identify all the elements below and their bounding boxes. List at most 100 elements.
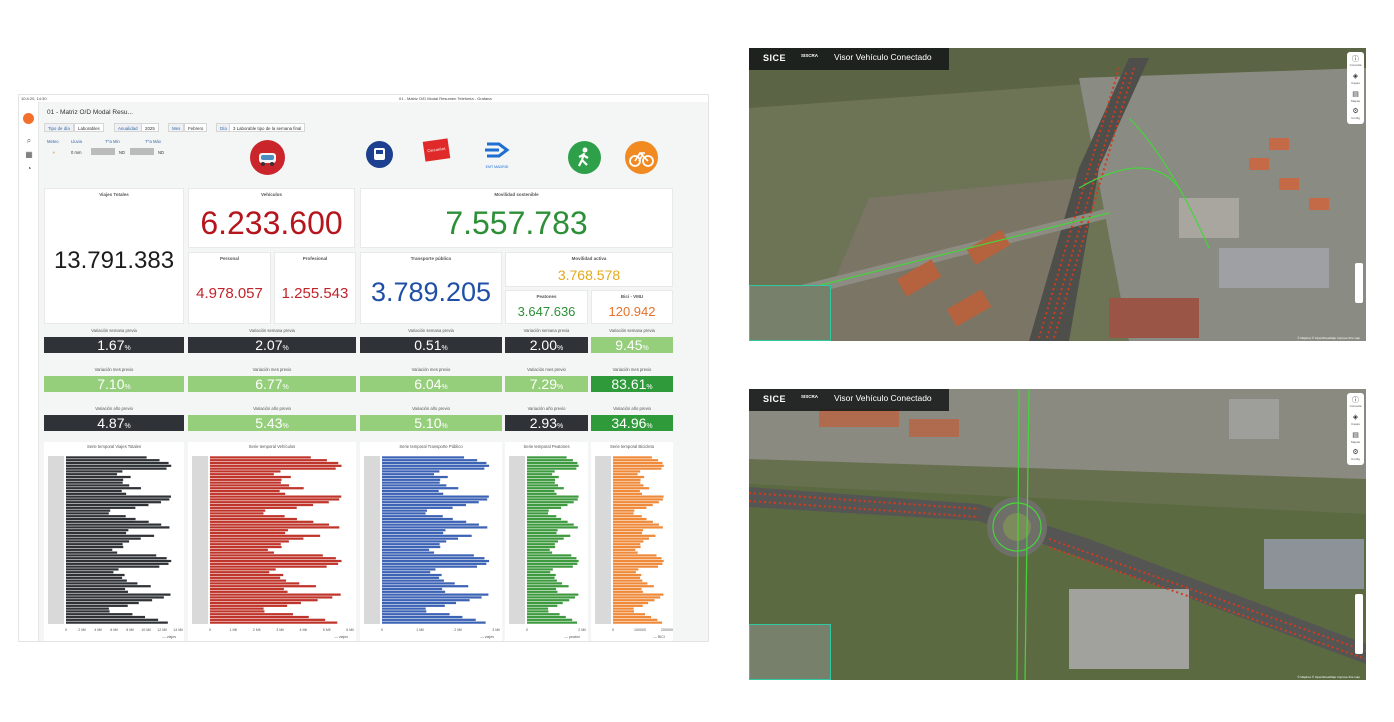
- layers-icon[interactable]: ◈: [1347, 72, 1364, 80]
- chart-bar: [66, 590, 129, 593]
- chart-bar: [613, 515, 642, 518]
- chart-bar: [527, 573, 556, 577]
- chart-bar: [527, 587, 557, 591]
- chart-bar: [382, 498, 488, 501]
- chart-bar: [210, 545, 282, 549]
- chart-bar: [527, 568, 553, 571]
- chart-bar: [382, 481, 440, 484]
- chart-bar: [382, 540, 447, 543]
- chart-bar: [613, 540, 644, 543]
- chart-bar: [527, 571, 551, 574]
- chart-bar: [382, 557, 485, 560]
- layers-icon[interactable]: ◈: [1347, 413, 1364, 421]
- chart-bar: [527, 464, 579, 467]
- chart-bar: [210, 593, 341, 596]
- chart-bar: [382, 520, 467, 523]
- chart-bar: [210, 498, 340, 501]
- stat-label: Variación año previo: [527, 406, 566, 411]
- chart-bar: [527, 540, 558, 543]
- chart-bar: [382, 484, 447, 487]
- chart-bar: [527, 562, 578, 565]
- grafana-logo-icon[interactable]: [23, 113, 34, 124]
- chart-bar: [210, 478, 282, 481]
- chart-bar: [613, 459, 659, 462]
- map-icon[interactable]: ▤: [1347, 431, 1364, 439]
- kpi-vehiculos: Vehículos 6.233.600: [188, 188, 355, 248]
- chart-bar: [527, 554, 572, 557]
- dashboards-icon[interactable]: ▦: [24, 150, 34, 160]
- chart-tick-label: 1 Mil: [416, 628, 424, 632]
- gear-icon[interactable]: ⚙: [1347, 448, 1364, 456]
- filter-select-mes[interactable]: Febrero: [184, 123, 208, 132]
- map-view-1[interactable]: SICE SISCRA Visor Vehículo Conectado ⓘ C…: [749, 48, 1366, 341]
- chart-bar: [66, 461, 169, 465]
- kpi-bici-vmu: Bici - VMU 120.942: [591, 290, 673, 324]
- dashboard-title[interactable]: 01 - Matriz O/D Modal Resu...: [47, 109, 133, 116]
- chart-bar: [66, 607, 109, 610]
- stat-label: Variación semana previa: [91, 328, 137, 333]
- kpi-value: 120.942: [608, 304, 656, 319]
- chart-bar: [382, 573, 442, 577]
- chart-bar: [613, 473, 638, 476]
- tmin-value: ND: [119, 150, 126, 155]
- chart-panel-3: Serie temporal Peatones 0 2 Mil — peatón: [505, 442, 588, 641]
- chart-bar: [210, 503, 314, 507]
- stat-mes-2: Variación mes previo 6.04%: [360, 366, 502, 392]
- kpi-value: 7.557.783: [445, 205, 588, 241]
- kpi-peatones: Peatones 3.647.636: [505, 290, 588, 324]
- chart-bar: [527, 615, 566, 619]
- chart-bar: [210, 515, 285, 518]
- map-icon[interactable]: ▤: [1347, 90, 1364, 98]
- chart-bar: [527, 487, 564, 490]
- chart-bar: [210, 456, 311, 459]
- chart-bar: [527, 470, 555, 473]
- chart-tick-label: 0: [209, 628, 211, 632]
- chart-bar: [66, 523, 162, 526]
- chart-bar: [210, 475, 291, 479]
- chart-legend: — viajes: [162, 635, 176, 639]
- map-attribution[interactable]: © Mapbox © OpenStreetMap Improve this ma…: [1297, 336, 1360, 340]
- chart-bar: [210, 590, 288, 593]
- chart-bar: [527, 529, 558, 532]
- chart-bar: [66, 599, 153, 602]
- filter-select-dia[interactable]: 3 Laborable tipo de la semana final: [229, 123, 306, 132]
- minimap[interactable]: [749, 285, 831, 341]
- search-icon[interactable]: ⌕: [24, 136, 34, 146]
- filter-select-tipo[interactable]: Laborables: [74, 123, 104, 132]
- stat-value: 6.04%: [360, 376, 502, 392]
- zoom-control[interactable]: [1355, 594, 1363, 654]
- chart-bar: [613, 526, 663, 529]
- chart-bar: [527, 601, 563, 605]
- chart-tick-label: 14 Mil: [173, 628, 183, 632]
- bell-icon[interactable]: ◔: [24, 164, 34, 174]
- stat-value: 2.93%: [505, 415, 588, 431]
- chart-bar: [382, 470, 440, 473]
- gear-icon[interactable]: ⚙: [1347, 107, 1364, 115]
- stat-label: Variación mes previo: [411, 367, 451, 372]
- stat-value: 1.67%: [44, 337, 184, 353]
- chart-bar: [66, 529, 129, 532]
- chart-tick-label: 0: [526, 628, 528, 632]
- minimap[interactable]: [749, 624, 831, 680]
- map-attribution[interactable]: © Mapbox © OpenStreetMap Improve this ma…: [1297, 675, 1360, 679]
- chart-bar: [210, 573, 284, 577]
- chart-bar: [527, 618, 573, 621]
- chart-bar: [613, 537, 650, 540]
- chart-bar: [66, 487, 141, 490]
- chart-bar: [527, 613, 560, 616]
- chart-bar: [382, 551, 435, 554]
- zoom-control[interactable]: [1355, 263, 1363, 303]
- chart-bar: [382, 579, 444, 582]
- meteo-header: Meteo: [47, 139, 59, 144]
- stat-label: Variación año previo: [613, 406, 651, 411]
- kpi-value: 13.791.383: [53, 247, 175, 274]
- chart-bar: [210, 607, 264, 610]
- chart-bar: [66, 576, 123, 579]
- map-view-2[interactable]: SICE SISCRA Visor Vehículo Conectado ⓘ C…: [749, 389, 1366, 680]
- kpi-personal: Personal 4.978.057: [188, 252, 271, 324]
- chart-bar: [210, 529, 288, 532]
- aerial-imagery: [749, 48, 1366, 341]
- stat-mes-1: Variación mes previo 6.77%: [188, 366, 356, 392]
- filter-select-anualidad[interactable]: 2025: [141, 123, 159, 132]
- chart-bar: [382, 548, 430, 551]
